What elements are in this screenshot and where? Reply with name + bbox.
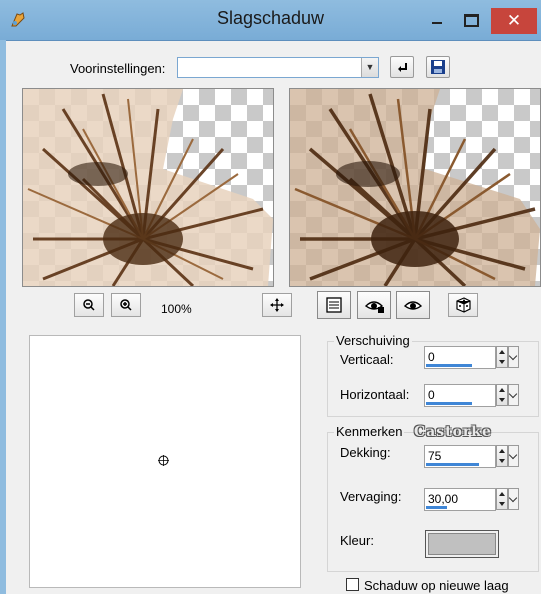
- horizontal-slider-dropdown[interactable]: [508, 384, 519, 406]
- blur-slider-dropdown[interactable]: [508, 488, 519, 510]
- eye-icon: [403, 301, 423, 310]
- result-preview[interactable]: [289, 88, 541, 287]
- vertical-label: Verticaal:: [340, 352, 394, 367]
- auto-proof-toggle[interactable]: [357, 291, 391, 319]
- blur-slider-bar[interactable]: [426, 506, 447, 509]
- zoom-level: 100%: [161, 302, 192, 316]
- blur-value: 30,00: [428, 492, 459, 506]
- reset-presets-button[interactable]: [390, 56, 414, 78]
- randomize-button[interactable]: [448, 293, 478, 317]
- vertical-value: 0: [428, 350, 435, 364]
- reset-arrow-icon: [398, 63, 407, 72]
- move-icon: [270, 298, 284, 312]
- offset-canvas[interactable]: [29, 335, 301, 588]
- vertical-slider-bar[interactable]: [426, 364, 472, 367]
- opacity-slider-dropdown[interactable]: [508, 445, 519, 467]
- minimize-button[interactable]: [424, 10, 450, 32]
- vertical-slider-dropdown[interactable]: [508, 346, 519, 368]
- title-bar: Slagschaduw ✕: [0, 0, 541, 41]
- horizontal-spin-buttons[interactable]: [496, 384, 508, 406]
- new-layer-label[interactable]: Schaduw op nieuwe laag: [364, 578, 509, 593]
- eye-lock-icon: [364, 301, 384, 313]
- preview-window-icon: [326, 297, 342, 313]
- opacity-value: 75: [428, 449, 442, 463]
- blur-spin-buttons[interactable]: [496, 488, 508, 510]
- offset-group-title: Verschuiving: [334, 333, 412, 348]
- vertical-spin-buttons[interactable]: [496, 346, 508, 368]
- save-preset-button[interactable]: [426, 56, 450, 78]
- presets-dropdown[interactable]: ▼: [177, 57, 379, 78]
- offset-target-icon[interactable]: [158, 455, 169, 466]
- floppy-disk-icon: [431, 60, 445, 74]
- shadow-color-picker[interactable]: [425, 530, 499, 558]
- opacity-input[interactable]: 75: [424, 445, 496, 468]
- zoom-out-button[interactable]: [74, 293, 104, 317]
- blur-input[interactable]: 30,00: [424, 488, 496, 511]
- color-label: Kleur:: [340, 533, 374, 548]
- new-layer-checkbox[interactable]: [346, 578, 359, 591]
- horizontal-value: 0: [428, 388, 435, 402]
- window-frame: [0, 40, 6, 594]
- zoom-in-icon: [120, 299, 132, 311]
- show-preview-toggle[interactable]: [317, 291, 351, 319]
- opacity-label: Dekking:: [340, 445, 391, 460]
- watermark-text: Castorke: [414, 424, 492, 440]
- shadow-color-fill: [428, 533, 496, 555]
- proof-toggle[interactable]: [396, 291, 430, 319]
- blur-label: Vervaging:: [340, 489, 402, 504]
- horizontal-input[interactable]: 0: [424, 384, 496, 407]
- pan-button[interactable]: [262, 293, 292, 317]
- attributes-group-title: Kenmerken: [334, 424, 405, 439]
- flower-shadow-image: [290, 89, 540, 286]
- opacity-slider-bar[interactable]: [426, 463, 479, 466]
- vertical-input[interactable]: 0: [424, 346, 496, 369]
- chevron-down-icon[interactable]: ▼: [361, 58, 378, 77]
- opacity-spin-buttons[interactable]: [496, 445, 508, 467]
- flower-image: [23, 89, 273, 286]
- horizontal-label: Horizontaal:: [340, 387, 410, 402]
- original-preview[interactable]: [22, 88, 274, 287]
- zoom-out-icon: [83, 299, 95, 311]
- dice-icon: [456, 297, 471, 313]
- maximize-button[interactable]: [458, 10, 484, 32]
- presets-label: Voorinstellingen:: [70, 61, 166, 76]
- close-button[interactable]: ✕: [491, 8, 537, 34]
- horizontal-slider-bar[interactable]: [426, 402, 472, 405]
- zoom-in-button[interactable]: [111, 293, 141, 317]
